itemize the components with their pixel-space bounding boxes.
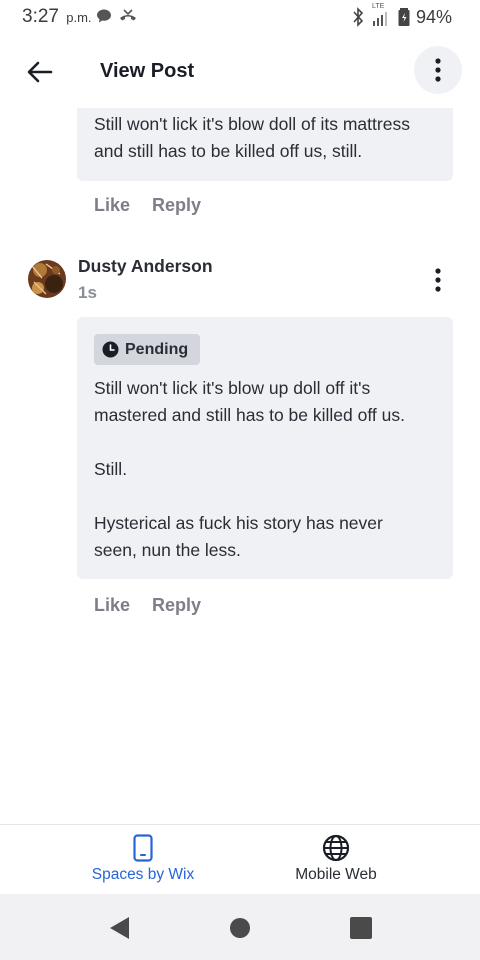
status-ampm: p.m. (66, 10, 92, 25)
page-title: View Post (100, 60, 195, 82)
status-time: 3:27 p.m. (22, 6, 92, 28)
app-header: View Post (0, 36, 480, 108)
previous-comment-bubble: Still won't lick it's blow doll of its m… (77, 108, 453, 181)
square-recents-icon (350, 917, 372, 939)
globe-icon (322, 834, 350, 862)
battery-percent: 94% (415, 6, 452, 27)
missed-call-icon (120, 9, 136, 21)
comment-bubble: Pending Still won't lick it's blow up do… (77, 317, 453, 579)
previous-comment-text: Still won't lick it's blow doll of its m… (94, 114, 410, 161)
like-button[interactable]: Like (94, 195, 130, 216)
phone-icon (133, 834, 153, 862)
more-vertical-icon (435, 268, 441, 292)
signal-icon (372, 12, 387, 26)
system-nav-bar (0, 894, 480, 960)
notification-icons (96, 8, 138, 24)
more-vertical-icon (435, 58, 441, 82)
comment-more-button[interactable] (426, 264, 450, 296)
system-home-button[interactable] (228, 916, 252, 940)
system-back-button[interactable] (108, 916, 132, 940)
back-button[interactable] (22, 54, 58, 90)
comment-actions: Like Reply (94, 595, 201, 616)
back-arrow-icon (27, 61, 53, 83)
author-name[interactable]: Dusty Anderson (78, 256, 213, 277)
avatar[interactable] (28, 260, 66, 298)
system-recents-button[interactable] (349, 916, 373, 940)
more-options-button[interactable] (414, 46, 462, 94)
status-time-value: 3:27 (22, 6, 59, 27)
battery-icon (398, 8, 410, 26)
triangle-back-icon (110, 917, 129, 939)
status-bar: 3:27 p.m. LTE 94% (0, 0, 480, 36)
like-button[interactable]: Like (94, 595, 130, 616)
nav-label: Mobile Web (295, 866, 377, 883)
pending-badge: Pending (94, 334, 201, 365)
avatar-image (28, 260, 66, 298)
previous-comment-actions: Like Reply (94, 195, 201, 216)
comment-text: Still won't lick it's blow up doll off i… (94, 378, 405, 560)
signal-indicator: LTE (370, 3, 392, 28)
bluetooth-icon (353, 7, 364, 27)
circle-home-icon (230, 918, 250, 938)
bottom-nav: Spaces by Wix Mobile Web (0, 824, 480, 894)
nav-mobile-web[interactable]: Mobile Web (216, 825, 456, 895)
comment-timestamp: 1s (78, 283, 97, 302)
pending-label: Pending (125, 340, 189, 358)
clock-icon (102, 341, 119, 358)
nav-label: Spaces by Wix (91, 866, 195, 883)
reply-button[interactable]: Reply (152, 195, 201, 216)
status-right: LTE 94% (352, 3, 452, 28)
comments-list[interactable]: Still won't lick it's blow doll of its m… (0, 108, 480, 824)
message-icon (97, 9, 111, 23)
reply-button[interactable]: Reply (152, 595, 201, 616)
